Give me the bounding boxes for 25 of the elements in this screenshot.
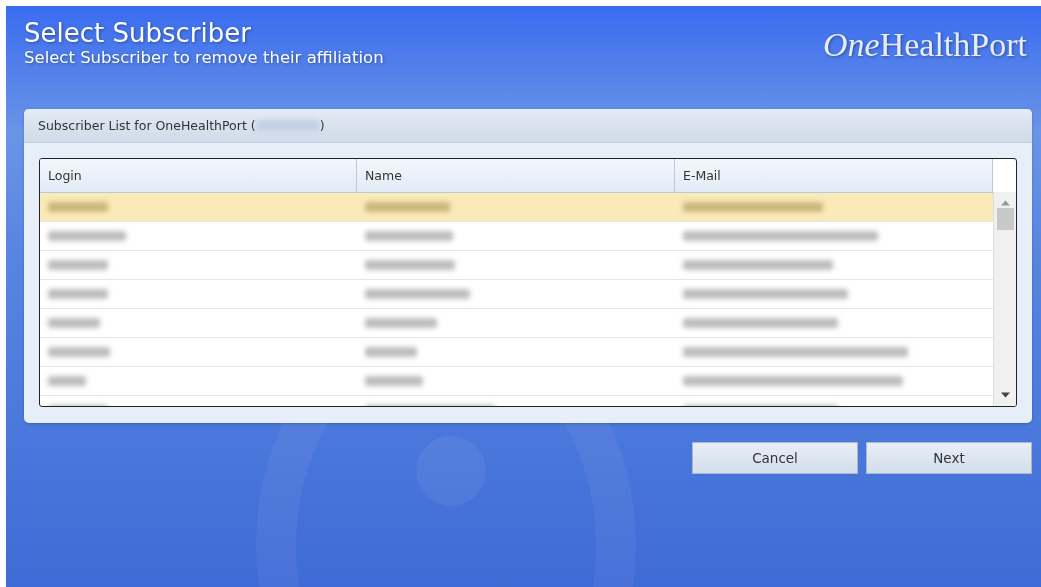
redacted-text [48, 376, 86, 386]
redacted-text [365, 318, 437, 328]
redacted-text [48, 289, 108, 299]
action-button[interactable]: Next [866, 442, 1032, 474]
redacted-text [48, 347, 110, 357]
column-header[interactable]: Name [357, 159, 675, 192]
column-header[interactable]: E-Mail [675, 159, 993, 192]
table-row[interactable] [40, 193, 993, 222]
scroll-up-icon[interactable] [1000, 200, 1010, 206]
page-subtitle: Select Subscriber to remove their affiliation [24, 48, 384, 68]
redacted-text [48, 318, 100, 328]
scrollbar-thumb[interactable] [996, 208, 1014, 230]
page-title: Select Subscriber [24, 18, 252, 48]
scroll-down-icon[interactable] [1000, 392, 1010, 398]
redacted-text [365, 347, 417, 357]
redacted-text [48, 202, 108, 212]
redacted-text [256, 120, 319, 131]
panel-title: Subscriber List for OneHealthPort ( [38, 118, 256, 133]
action-button[interactable]: Cancel [692, 442, 858, 474]
redacted-text [48, 260, 108, 270]
column-header[interactable]: Login [40, 159, 357, 192]
redacted-text [365, 376, 423, 386]
panel-title-end: ) [319, 118, 325, 133]
logo: OneHealthPort [823, 26, 1027, 64]
scrollbar[interactable] [993, 192, 1016, 406]
